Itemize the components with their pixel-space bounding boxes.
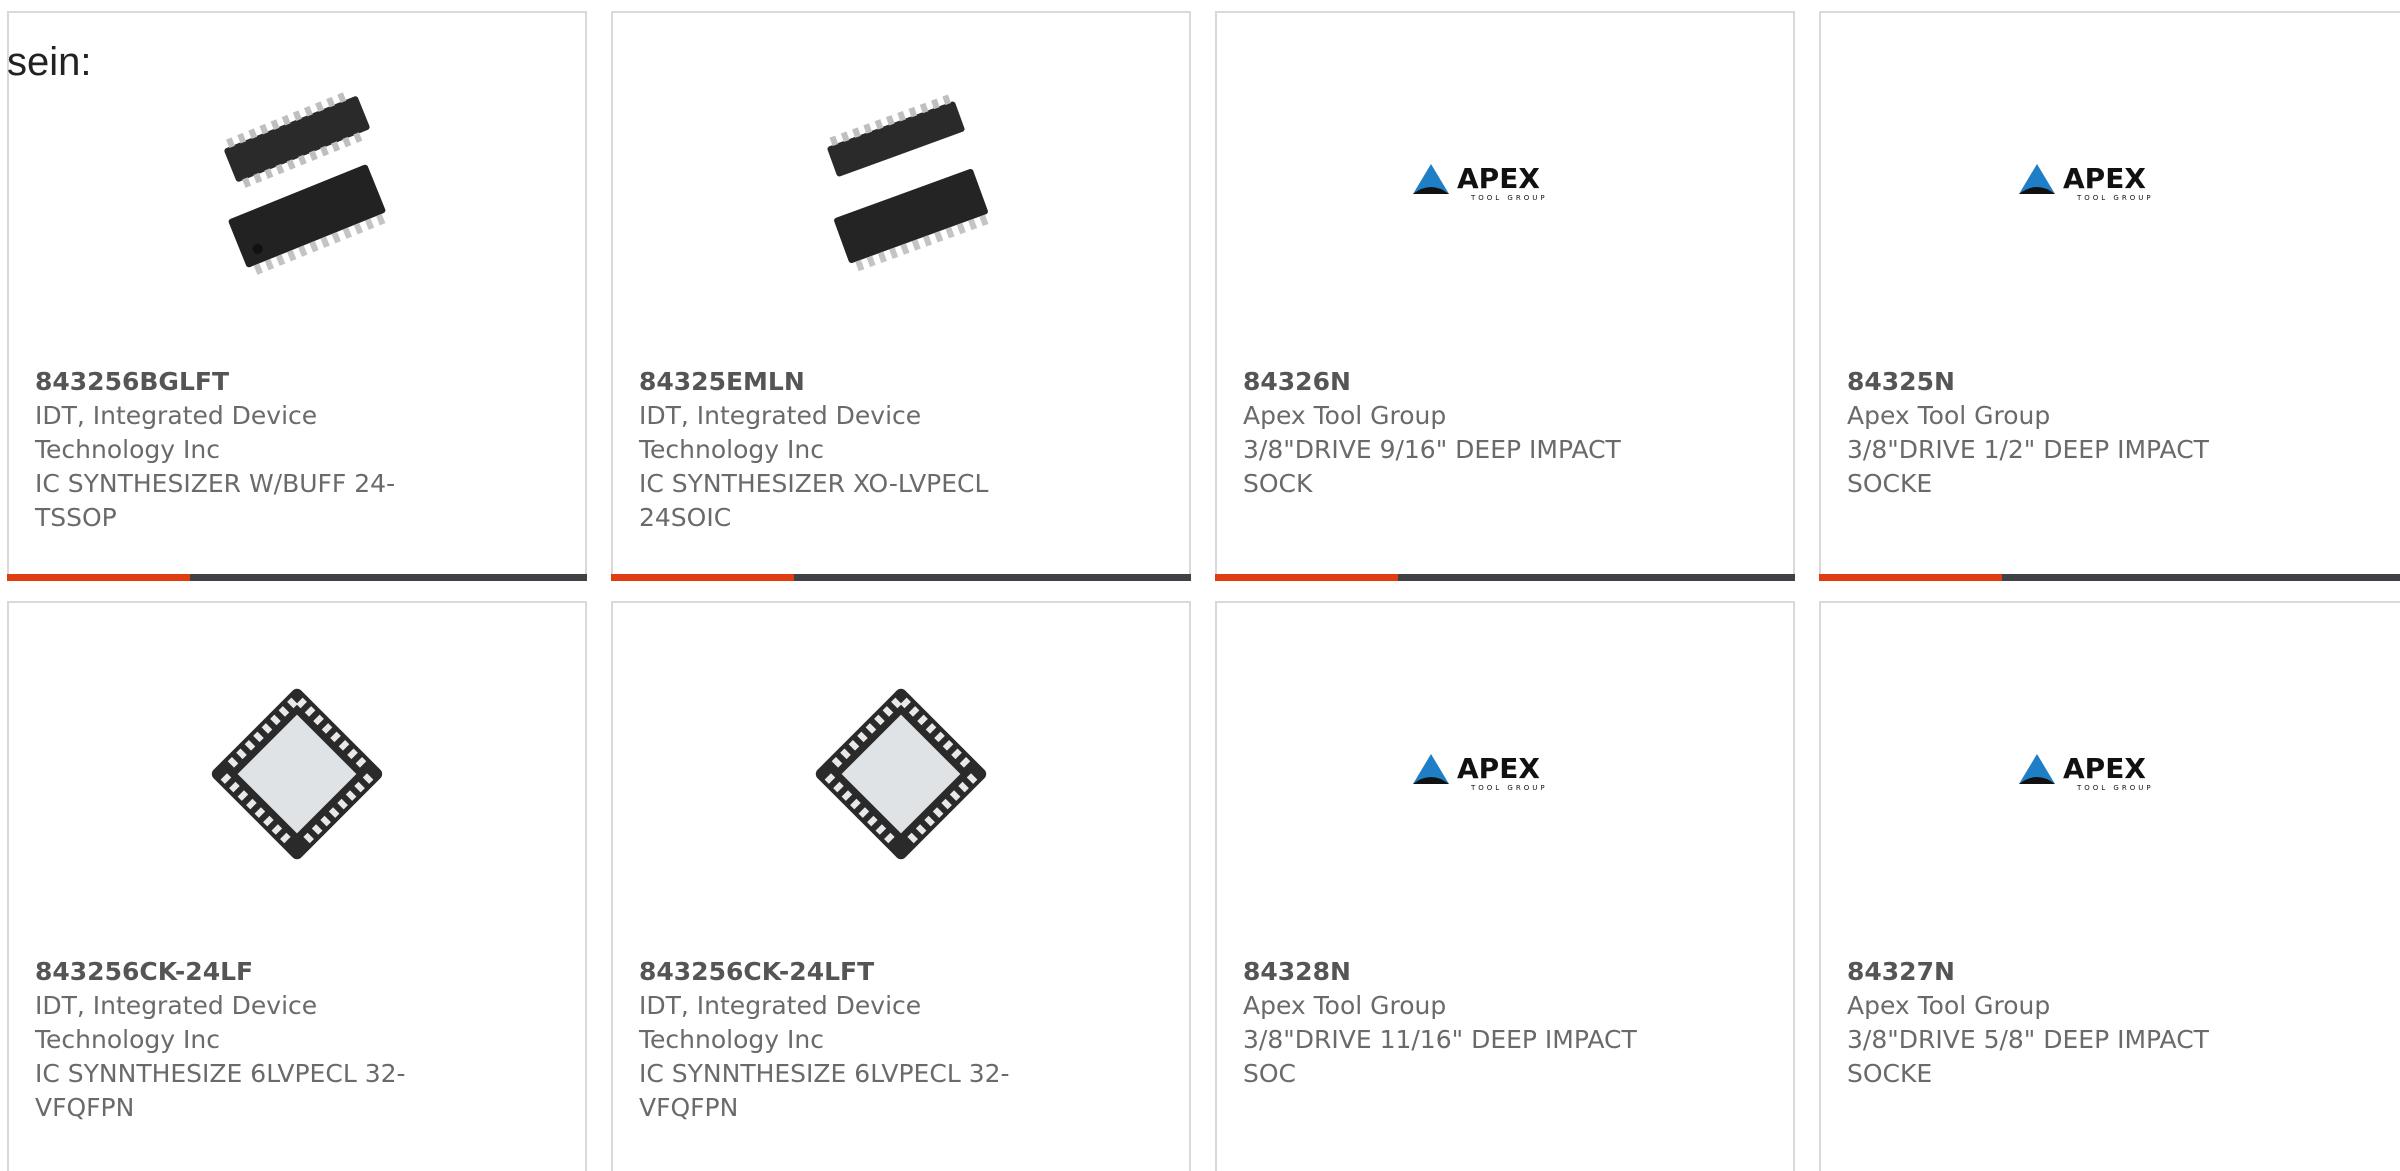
description: 3/8"DRIVE 5/8" DEEP IMPACT SOCKE: [1847, 1025, 2209, 1088]
manufacturer: IDT, Integrated Device Technology Inc: [639, 401, 922, 464]
product-card[interactable]: 843256CK-24LFT IDT, Integrated Device Te…: [611, 601, 1191, 1171]
manufacturer: Apex Tool Group: [1847, 991, 2051, 1020]
description: IC SYNNTHESIZE 6LVPECL 32-VFQFPN: [639, 1059, 1010, 1122]
svg-text:TOOL GROUP: TOOL GROUP: [2076, 194, 2154, 202]
product-card[interactable]: APEX TOOL GROUP 84327N Apex Tool Group 3…: [1819, 601, 2400, 1171]
product-card[interactable]: 843256BGLFT IDT, Integrated Device Techn…: [7, 11, 587, 581]
product-card[interactable]: 843256CK-24LF IDT, Integrated Device Tec…: [7, 601, 587, 1171]
card-underline: [7, 574, 587, 581]
part-number[interactable]: 843256BGLFT: [35, 365, 495, 399]
part-number[interactable]: 84325EMLN: [639, 365, 1099, 399]
soic-chip-image[interactable]: [801, 84, 1001, 284]
tssop-chip-image[interactable]: [197, 84, 397, 284]
part-number[interactable]: 84328N: [1243, 955, 1703, 989]
description: IC SYNTHESIZER XO-LVPECL 24SOIC: [639, 469, 989, 532]
svg-text:APEX: APEX: [1457, 752, 1540, 785]
svg-text:TOOL GROUP: TOOL GROUP: [2076, 784, 2154, 792]
manufacturer: Apex Tool Group: [1243, 991, 1447, 1020]
apex-logo[interactable]: APEX TOOL GROUP: [2011, 674, 2211, 874]
manufacturer: IDT, Integrated Device Technology Inc: [35, 991, 318, 1054]
svg-text:APEX: APEX: [2063, 162, 2146, 195]
manufacturer: Apex Tool Group: [1243, 401, 1447, 430]
svg-text:APEX: APEX: [1457, 162, 1540, 195]
part-number[interactable]: 84325N: [1847, 365, 2307, 399]
intro-text: sein:: [7, 40, 92, 84]
apex-logo[interactable]: APEX TOOL GROUP: [1405, 84, 1605, 284]
svg-text:APEX: APEX: [2063, 752, 2146, 785]
card-underline: [611, 574, 1191, 581]
svg-text:TOOL GROUP: TOOL GROUP: [1470, 194, 1548, 202]
product-card[interactable]: APEX TOOL GROUP 84326N Apex Tool Group 3…: [1215, 11, 1795, 581]
card-underline: [1215, 574, 1795, 581]
description: 3/8"DRIVE 11/16" DEEP IMPACT SOC: [1243, 1025, 1637, 1088]
manufacturer: IDT, Integrated Device Technology Inc: [35, 401, 318, 464]
qfn-chip-image[interactable]: [197, 674, 397, 874]
part-number[interactable]: 84327N: [1847, 955, 2307, 989]
qfn-chip-image[interactable]: [801, 674, 1001, 874]
apex-logo[interactable]: APEX TOOL GROUP: [1405, 674, 1605, 874]
card-underline: [1819, 574, 2400, 581]
product-card[interactable]: APEX TOOL GROUP 84325N Apex Tool Group 3…: [1819, 11, 2400, 581]
manufacturer: Apex Tool Group: [1847, 401, 2051, 430]
apex-logo[interactable]: APEX TOOL GROUP: [2011, 84, 2211, 284]
part-number[interactable]: 843256CK-24LF: [35, 955, 495, 989]
part-number[interactable]: 843256CK-24LFT: [639, 955, 1099, 989]
manufacturer: IDT, Integrated Device Technology Inc: [639, 991, 922, 1054]
svg-text:TOOL GROUP: TOOL GROUP: [1470, 784, 1548, 792]
description: IC SYNTHESIZER W/BUFF 24-TSSOP: [35, 469, 396, 532]
description: IC SYNNTHESIZE 6LVPECL 32-VFQFPN: [35, 1059, 406, 1122]
product-card[interactable]: APEX TOOL GROUP 84328N Apex Tool Group 3…: [1215, 601, 1795, 1171]
part-number[interactable]: 84326N: [1243, 365, 1703, 399]
product-card[interactable]: 84325EMLN IDT, Integrated Device Technol…: [611, 11, 1191, 581]
description: 3/8"DRIVE 9/16" DEEP IMPACT SOCK: [1243, 435, 1621, 498]
description: 3/8"DRIVE 1/2" DEEP IMPACT SOCKE: [1847, 435, 2209, 498]
